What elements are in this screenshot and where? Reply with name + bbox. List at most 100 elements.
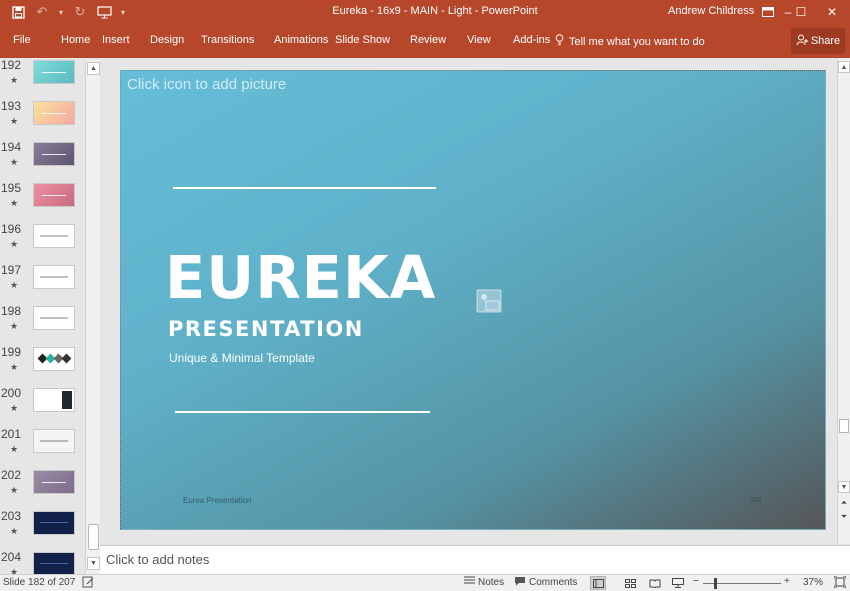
insert-picture-icon[interactable] [476, 289, 502, 313]
tab-home[interactable]: Home [61, 34, 90, 46]
ribbon-display-options-icon[interactable] [758, 3, 778, 21]
status-bar: Slide 182 of 207 Notes Comments − + 37% [0, 574, 850, 591]
fit-slide-to-window-icon[interactable] [833, 575, 847, 591]
user-name[interactable]: Andrew Childress [668, 5, 754, 17]
comments-button[interactable]: Comments [514, 576, 577, 589]
slide-preview[interactable] [33, 60, 75, 84]
tell-me-placeholder: Tell me what you want to do [569, 35, 705, 48]
preview-line [40, 563, 68, 564]
slide-thumbnail-192[interactable]: 192 ★ [0, 58, 84, 97]
notes-button[interactable]: Notes [464, 576, 504, 588]
preview-line [40, 522, 68, 523]
tab-design[interactable]: Design [150, 34, 184, 46]
undo-dropdown-icon[interactable]: ▾ [56, 3, 66, 21]
ribbon-tabs: File Home Insert Design Transitions Anim… [0, 24, 850, 58]
next-slide-icon[interactable]: ⏷ [838, 510, 850, 524]
preview-panel [62, 391, 72, 409]
slide-thumbnail-194[interactable]: 194 ★ [0, 138, 84, 179]
slide-preview[interactable] [33, 470, 75, 494]
tab-file[interactable]: File [13, 34, 31, 46]
slide-preview[interactable] [33, 552, 75, 574]
slide-number: 193 [1, 99, 22, 113]
zoom-out-icon[interactable]: − [693, 576, 699, 587]
scrollbar-thumb[interactable] [88, 524, 99, 550]
tab-insert[interactable]: Insert [102, 34, 130, 46]
zoom-level[interactable]: 37% [803, 577, 823, 588]
slide-preview[interactable] [33, 101, 75, 125]
redo-icon[interactable]: ↻ [70, 3, 90, 21]
tab-add-ins[interactable]: Add-ins [513, 34, 550, 46]
slide-preview[interactable] [33, 265, 75, 289]
start-from-beginning-icon[interactable] [94, 3, 114, 21]
maximize-button[interactable]: ☐ [791, 3, 811, 21]
tab-review[interactable]: Review [410, 34, 446, 46]
previous-slide-icon[interactable]: ⏶ [838, 496, 850, 510]
animation-star-icon: ★ [10, 321, 19, 331]
slide-show-view-icon[interactable] [670, 576, 686, 590]
canvas-scrollbar[interactable]: ▲ ▼ ⏶ ⏷ [837, 58, 850, 544]
slide-thumbnail-203[interactable]: 203 ★ [0, 507, 84, 548]
slide-preview[interactable] [33, 224, 75, 248]
canvas-scroll-down-icon[interactable]: ▼ [838, 481, 850, 493]
slide-subheadline[interactable]: PRESENTATION [168, 317, 364, 341]
animation-star-icon: ★ [10, 239, 19, 249]
reading-view-icon[interactable] [647, 576, 663, 590]
preview-text [40, 317, 68, 319]
slide-counter: Slide 182 of 207 [3, 577, 76, 588]
picture-placeholder-label[interactable]: Click icon to add picture [127, 76, 286, 93]
close-button[interactable]: ✕ [822, 3, 842, 21]
notes-placeholder[interactable]: Click to add notes [106, 552, 209, 567]
scroll-up-icon[interactable]: ▲ [87, 62, 100, 75]
slide-number: 199 [1, 345, 22, 359]
slide-number: 196 [1, 222, 22, 236]
tab-transitions[interactable]: Transitions [201, 34, 254, 46]
slide-thumbnail-200[interactable]: 200 ★ [0, 384, 84, 425]
slide-preview[interactable] [33, 429, 75, 453]
slide-thumbnail-195[interactable]: 195 ★ [0, 179, 84, 220]
slide-preview[interactable] [33, 142, 75, 166]
slide-number: 198 [1, 304, 22, 318]
slide-thumbnail-204[interactable]: 204 ★ [0, 548, 84, 574]
slide-thumbnail-193[interactable]: 193 ★ [0, 97, 84, 138]
tell-me-search[interactable]: Tell me what you want to do [555, 34, 705, 49]
slide-thumbnail-202[interactable]: 202 ★ [0, 466, 84, 507]
current-slide[interactable]: Click icon to add picture EUREKA PRESENT… [120, 70, 826, 530]
slide-preview[interactable] [33, 347, 75, 371]
slide-thumbnail-198[interactable]: 198 ★ [0, 302, 84, 343]
slide-number: 192 [1, 58, 22, 72]
scroll-down-icon[interactable]: ▼ [87, 557, 100, 570]
save-icon[interactable] [8, 3, 28, 21]
customize-qat-icon[interactable]: ▾ [118, 3, 128, 21]
slide-number: 194 [1, 140, 22, 154]
slide-thumbnail-199[interactable]: 199 ★ [0, 343, 84, 384]
undo-icon[interactable]: ↶ [32, 3, 52, 21]
spelling-check-icon[interactable] [82, 576, 94, 591]
zoom-slider-knob[interactable] [714, 578, 717, 589]
canvas-scroll-up-icon[interactable]: ▲ [838, 61, 850, 73]
tab-view[interactable]: View [467, 34, 491, 46]
slide-number: 201 [1, 427, 22, 441]
notes-pane[interactable]: Click to add notes [100, 545, 850, 574]
slide-headline[interactable]: EUREKA [165, 243, 436, 312]
slide-tagline[interactable]: Unique & Minimal Template [169, 351, 315, 365]
slide-number: 197 [1, 263, 22, 277]
tab-slide-show[interactable]: Slide Show [335, 34, 390, 46]
share-button[interactable]: Share [791, 28, 845, 54]
slide-thumbnail-197[interactable]: 197 ★ [0, 261, 84, 302]
slide-thumbnail-196[interactable]: 196 ★ [0, 220, 84, 261]
slide-sorter-view-icon[interactable] [622, 576, 638, 590]
canvas-scrollbar-thumb[interactable] [839, 419, 849, 433]
slide-editing-area: Click icon to add picture EUREKA PRESENT… [100, 58, 837, 544]
slide-number: 203 [1, 509, 22, 523]
slide-preview[interactable] [33, 306, 75, 330]
slide-preview[interactable] [33, 388, 75, 412]
slide-preview[interactable] [33, 511, 75, 535]
thumbnail-scrollbar[interactable]: ▲ ▼ [85, 60, 100, 574]
tab-animations[interactable]: Animations [274, 34, 328, 46]
window-title: Eureka - 16x9 - MAIN - Light - PowerPoin… [332, 5, 538, 17]
slide-preview[interactable] [33, 183, 75, 207]
zoom-in-icon[interactable]: + [784, 576, 790, 587]
preview-text [40, 440, 68, 442]
slide-thumbnail-201[interactable]: 201 ★ [0, 425, 84, 466]
normal-view-icon[interactable] [590, 576, 606, 590]
